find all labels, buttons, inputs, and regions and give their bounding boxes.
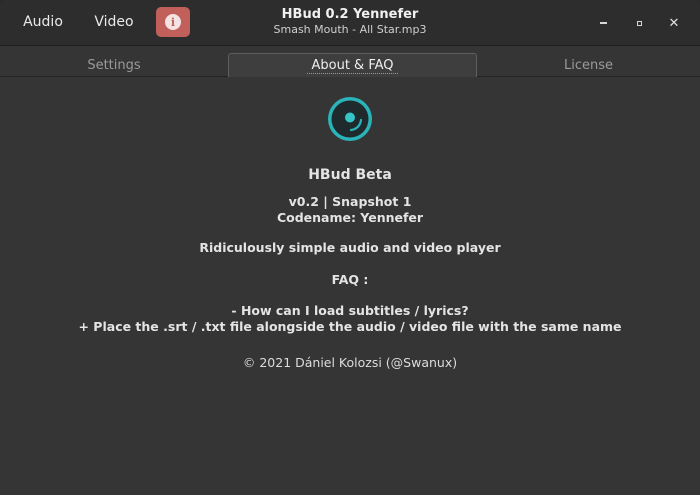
about-panel: HBud Beta v0.2 | Snapshot 1 Codename: Ye…	[0, 78, 700, 495]
faq-answer: + Place the .srt / .txt file alongside t…	[78, 319, 622, 334]
audio-button[interactable]: Audio	[14, 7, 72, 37]
tab-license[interactable]: License	[477, 53, 700, 77]
info-button[interactable]: i	[156, 7, 190, 37]
video-button[interactable]: Video	[86, 7, 142, 37]
tab-about-faq-label: About & FAQ	[307, 58, 398, 74]
header-bar: Audio Video i HBud 0.2 Yennefer Smash Mo…	[0, 0, 700, 46]
info-icon: i	[165, 14, 181, 30]
maximize-button[interactable]	[629, 13, 649, 33]
tab-bar: Settings About & FAQ License	[0, 53, 700, 77]
tagline-text: Ridiculously simple audio and video play…	[199, 240, 501, 255]
window-subtitle: Smash Mouth - All Star.mp3	[273, 23, 427, 36]
codename-text: Codename: Yennefer	[276, 210, 424, 225]
window-title: HBud 0.2 Yennefer	[281, 7, 419, 22]
close-icon: ✕	[668, 15, 680, 31]
hbud-logo-icon	[328, 97, 372, 141]
faq-heading: FAQ :	[331, 272, 369, 287]
app-window: Audio Video i HBud 0.2 Yennefer Smash Mo…	[0, 0, 700, 495]
minimize-icon	[599, 22, 607, 24]
minimize-button[interactable]	[593, 13, 613, 33]
close-button[interactable]: ✕	[664, 13, 684, 33]
app-name: HBud Beta	[308, 167, 392, 183]
copyright-text: © 2021 Dániel Kolozsi (@Swanux)	[242, 355, 458, 370]
faq-question: - How can I load subtitles / lyrics?	[231, 303, 469, 318]
maximize-icon	[636, 20, 642, 26]
tab-about-faq[interactable]: About & FAQ	[228, 53, 477, 77]
tab-settings[interactable]: Settings	[0, 53, 228, 77]
window-title-block: HBud 0.2 Yennefer Smash Mouth - All Star…	[200, 7, 500, 37]
version-text: v0.2 | Snapshot 1	[288, 194, 412, 209]
